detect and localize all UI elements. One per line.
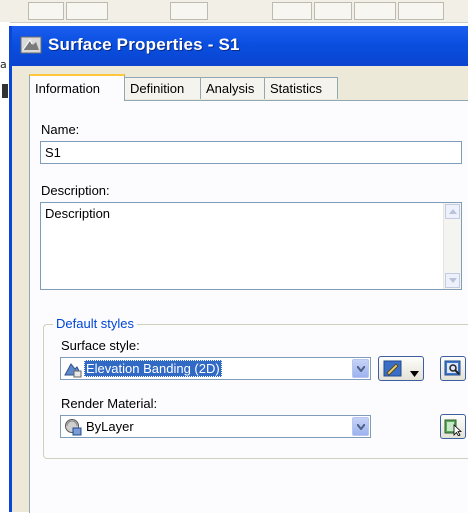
default-styles-title: Default styles	[53, 316, 138, 331]
name-label: Name:	[41, 122, 80, 137]
background-toolbar-cell	[28, 2, 64, 20]
pick-material-icon	[444, 418, 463, 439]
surface-style-dropdown[interactable]: Elevation Banding (2D)	[60, 357, 371, 380]
pick-material-button[interactable]	[440, 414, 466, 439]
render-material-value: ByLayer	[86, 419, 134, 434]
preview-style-icon	[444, 360, 462, 381]
surface-style-label: Surface style:	[61, 338, 140, 353]
tab-definition[interactable]: Definition	[124, 77, 201, 99]
background-text-fragment: a	[0, 58, 7, 71]
tab-analysis[interactable]: Analysis	[200, 77, 265, 99]
chevron-down-icon[interactable]	[352, 359, 369, 378]
render-material-icon	[64, 418, 82, 436]
description-scrollbar[interactable]	[443, 203, 461, 289]
background-toolbar-cell	[314, 2, 352, 20]
background-toolbar-cell	[272, 2, 312, 20]
chevron-down-icon[interactable]	[352, 417, 369, 436]
background-toolbar-cell	[170, 2, 208, 20]
surface-style-value: Elevation Banding (2D)	[84, 360, 222, 377]
default-styles-group: Default styles Surface style: Elevation …	[43, 316, 468, 459]
edit-style-button[interactable]	[378, 356, 424, 381]
information-panel: Name: S1 Description: Description Defaul…	[29, 100, 468, 513]
description-label: Description:	[41, 183, 110, 198]
surface-style-icon	[64, 360, 82, 378]
background-toolbar-cell	[398, 2, 444, 20]
scroll-up-button[interactable]	[445, 204, 460, 219]
background-marker	[2, 84, 8, 98]
description-text: Description	[45, 206, 111, 221]
chevron-down-icon	[410, 366, 419, 380]
tab-statistics[interactable]: Statistics	[264, 77, 338, 99]
edit-style-icon	[383, 360, 403, 381]
surface-properties-dialog: Surface Properties - S1 Information Defi…	[9, 26, 468, 513]
background-toolbar-cell	[66, 2, 108, 20]
background-toolbar	[0, 0, 468, 23]
civil3d-app-icon	[20, 34, 42, 56]
dialog-titlebar[interactable]: Surface Properties - S1	[12, 26, 468, 66]
description-field[interactable]: Description	[40, 202, 462, 290]
render-material-label: Render Material:	[61, 396, 158, 411]
background-toolbar-cell	[354, 2, 396, 20]
render-material-dropdown[interactable]: ByLayer	[60, 415, 371, 438]
tab-information[interactable]: Information	[29, 74, 125, 101]
scroll-down-button[interactable]	[445, 273, 460, 288]
preview-style-button[interactable]	[440, 356, 466, 381]
name-field[interactable]: S1	[40, 141, 462, 164]
dialog-title: Surface Properties - S1	[48, 35, 240, 54]
